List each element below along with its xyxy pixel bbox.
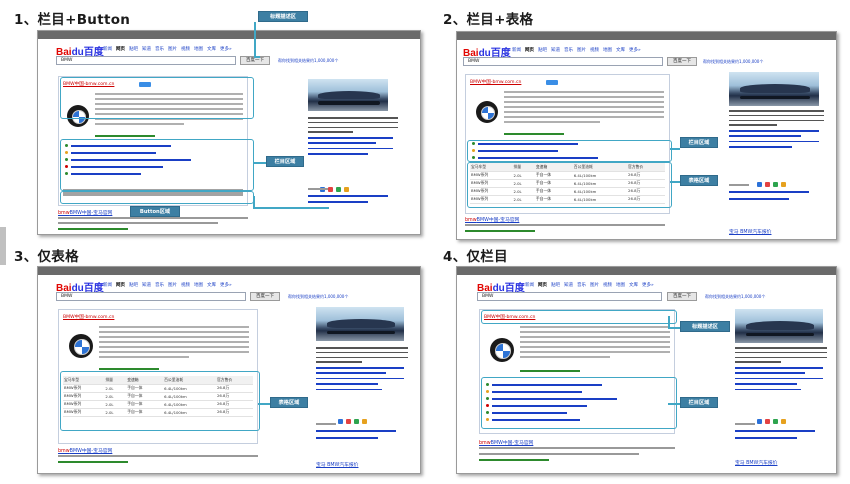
quadrant-1-title: 1、栏目+Button	[14, 12, 131, 28]
column-area-highlight	[60, 139, 254, 191]
search-input[interactable]: BMW	[56, 292, 246, 301]
search-button[interactable]: 百度一下	[250, 292, 280, 301]
card-url	[95, 135, 155, 137]
callout-table-area: 表格区域	[680, 175, 718, 186]
card-title[interactable]: BMW中国-bmw.com.cn	[470, 79, 521, 85]
title-area-highlight	[60, 77, 254, 119]
bmw-logo-icon	[69, 334, 93, 358]
window-edge-marker	[0, 227, 6, 265]
right-links	[308, 137, 393, 159]
callout-button-area: Button区域	[130, 206, 180, 217]
bottom-result-title[interactable]: bmwBMW中国-宝马官网	[479, 439, 533, 446]
share-icons	[338, 409, 370, 428]
panel-topbar	[457, 267, 836, 275]
bottom-result-title[interactable]: bmwBMW中国-宝马官网	[465, 216, 519, 223]
bottom-ad[interactable]: 宝马 BMW汽车报价	[729, 228, 771, 235]
callout-column-area: 栏目区域	[680, 397, 718, 408]
search-side-link[interactable]: 帮你找到相关结果约1,000,000个	[703, 59, 763, 65]
callout-title-area: 标题描述区	[258, 11, 308, 22]
panel-topbar	[457, 32, 836, 40]
card-description	[99, 326, 249, 361]
search-side-link[interactable]: 帮你找到相关结果约1,000,000个	[278, 58, 338, 64]
card-description	[520, 326, 670, 361]
bottom-ad[interactable]: 宝马 BMW汽车报价	[316, 461, 358, 468]
panel-column-only: Baidu百度 新闻 网页 贴吧 知道 音乐 图片 视频 地图 文库 更多» BMW 百度一下 帮…	[456, 266, 837, 474]
nav-item[interactable]: 新闻	[103, 47, 112, 52]
bmw-logo-icon	[490, 338, 514, 362]
search-input[interactable]: BMW	[56, 56, 236, 65]
bottom-result-title[interactable]: bmwBMW中国-宝马官网	[58, 447, 112, 454]
nav-item[interactable]: 图片	[168, 47, 177, 52]
nav-item[interactable]: 知道	[142, 47, 151, 52]
bottom-ad[interactable]: 宝马 BMW汽车报价	[735, 459, 777, 466]
nav-item[interactable]: 音乐	[155, 47, 164, 52]
panel-column-table: Baidu百度 新闻 网页 贴吧 知道 音乐 图片 视频 地图 文库 更多» BMW 百度一下 帮…	[456, 31, 837, 240]
search-input[interactable]: BMW	[477, 292, 662, 301]
quadrant-3-title: 3、仅表格	[14, 249, 79, 265]
callout-title-area: 标题描述区	[680, 321, 730, 332]
panel-table-only: Baidu百度 新闻 网页 贴吧 知道 音乐 图片 视频 地图 文库 更多» BMW 百度一下 帮…	[37, 266, 421, 474]
card-description	[504, 91, 664, 126]
title-area-highlight	[481, 310, 677, 324]
card-title[interactable]: BMW中国-bmw.com.cn	[63, 314, 114, 320]
nav-item[interactable]: 地图	[194, 47, 203, 52]
search-side-link[interactable]: 帮你找到相关结果约1,000,000个	[288, 294, 348, 300]
nav-item[interactable]: 文库	[207, 47, 216, 52]
car-image	[308, 79, 388, 111]
callout-table-area: 表格区域	[270, 397, 308, 408]
search-button[interactable]: 百度一下	[667, 57, 697, 66]
search-nav: 新闻 网页 贴吧 知道 音乐 图片 视频 地图 文库 更多»	[525, 283, 654, 288]
callout-column-area: 栏目区域	[266, 156, 304, 167]
bmw-logo-icon	[476, 101, 498, 123]
share-icons	[757, 409, 789, 428]
search-nav: 新闻 网页 贴吧 知道 音乐 图片 视频 地图 文库 更多»	[103, 283, 232, 288]
callout-column-area: 栏目区域	[680, 137, 718, 148]
button-area-highlight	[60, 191, 254, 204]
column-area-highlight	[467, 140, 672, 162]
nav-item[interactable]: 更多»	[220, 47, 232, 52]
search-nav: 新闻 网页 贴吧 知道 音乐 图片 视频 地图 文库 更多»	[512, 48, 641, 53]
search-input[interactable]: BMW	[463, 57, 663, 66]
bottom-result-title[interactable]: bmwBMW中国-宝马官网	[58, 209, 112, 216]
quadrant-2-title: 2、栏目+表格	[443, 12, 534, 28]
quadrant-4-title: 4、仅栏目	[443, 249, 508, 265]
table-area-highlight	[60, 371, 260, 431]
car-image	[316, 307, 404, 341]
panel-topbar	[38, 31, 420, 39]
car-image	[729, 72, 819, 106]
car-image	[735, 309, 823, 343]
share-icons	[320, 177, 352, 196]
column-area-highlight	[481, 377, 677, 429]
share-icons	[757, 172, 789, 191]
search-button[interactable]: 百度一下	[667, 292, 697, 301]
search-nav: 新闻 网页 贴吧 知道 音乐 图片 视频 地图 文库 更多»	[103, 46, 236, 52]
panel-column-button: Baidu百度 新闻 网页 贴吧 知道 音乐 图片 视频 地图 文库 更多» BMW 百度一下 帮…	[37, 30, 421, 235]
search-side-link[interactable]: 帮你找到相关结果约1,000,000个	[705, 294, 765, 300]
nav-item[interactable]: 网页	[116, 47, 125, 52]
table-area-highlight	[467, 162, 672, 208]
nav-item[interactable]: 视频	[181, 47, 190, 52]
right-description	[308, 117, 398, 136]
panel-topbar	[38, 267, 420, 275]
nav-item[interactable]: 贴吧	[129, 47, 138, 52]
